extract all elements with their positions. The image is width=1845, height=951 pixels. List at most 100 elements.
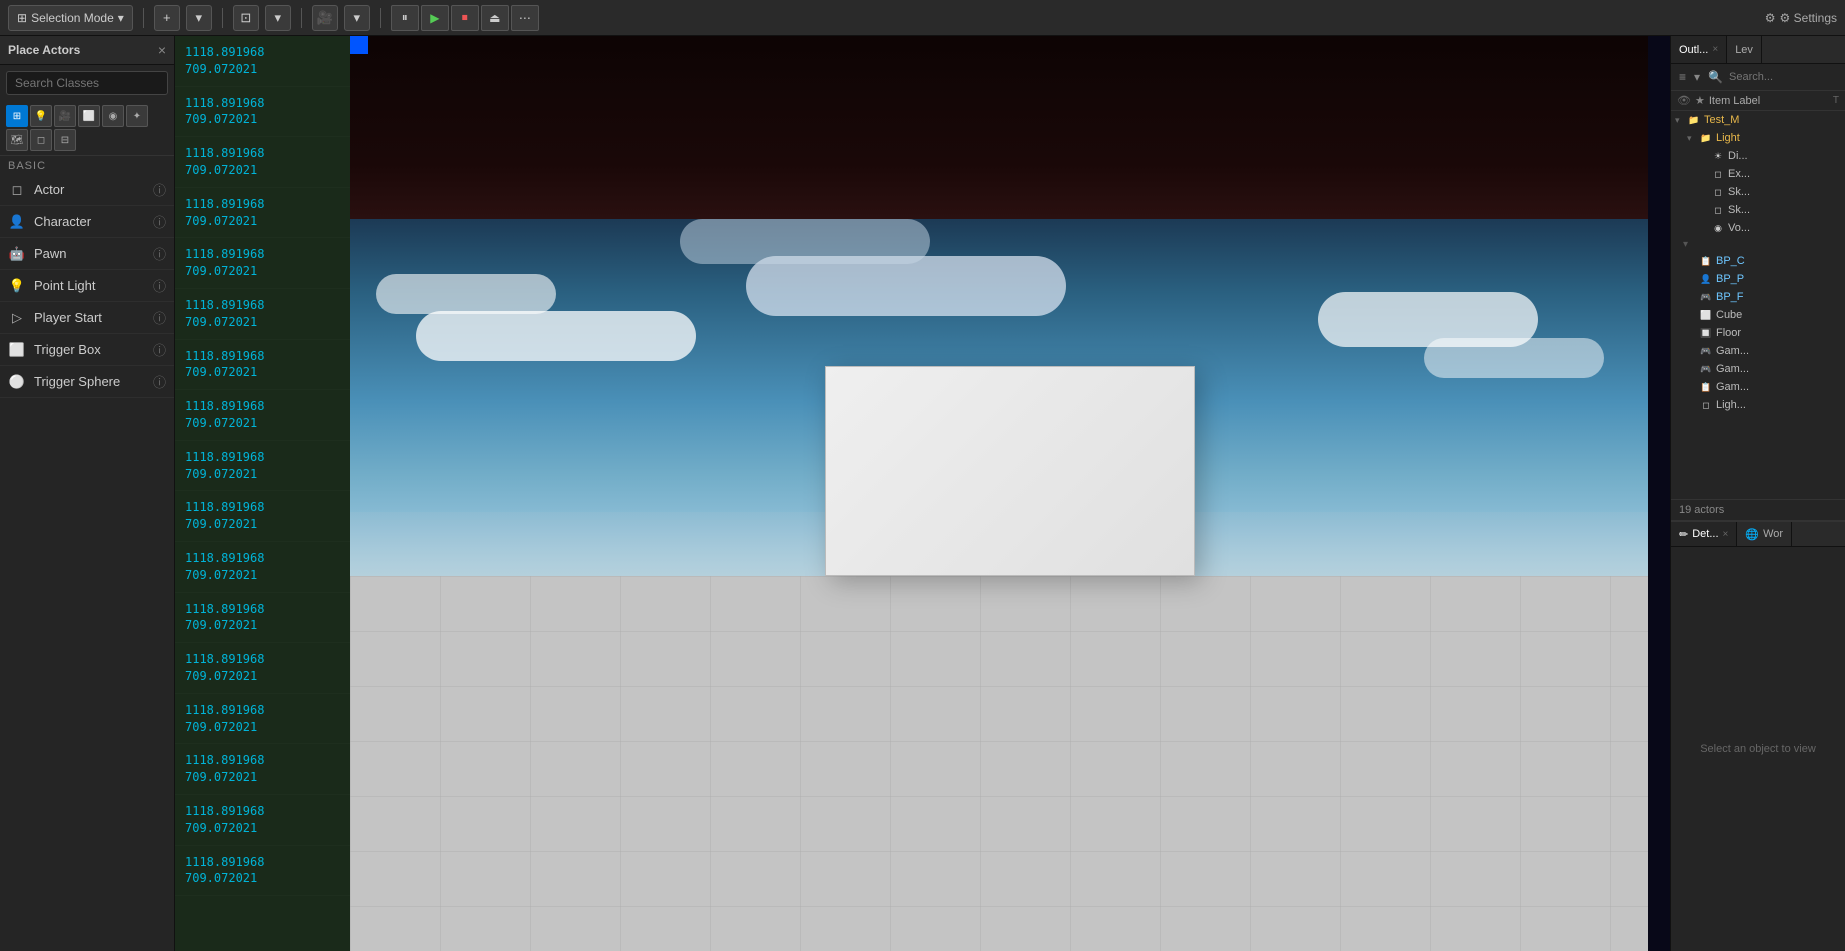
playerstart-icon: ▷ — [8, 309, 26, 327]
list-item[interactable]: ◻ Actor ⓘ — [0, 174, 174, 206]
character-info-icon[interactable]: ⓘ — [153, 212, 166, 231]
expand-icon: ▾ — [1687, 133, 1699, 144]
category-icons: ⊞ 💡 🎥 ⬜ ◉ ✦ 🗺 ◻ ⊟ — [0, 101, 174, 156]
actor-info-icon[interactable]: ⓘ — [153, 180, 166, 199]
coord-entry: 1118.891968 709.072021 — [175, 491, 350, 542]
chevron-down-icon: ▾ — [118, 11, 124, 25]
list-item[interactable]: ⬜ Trigger Box ⓘ — [0, 334, 174, 366]
tree-item-di[interactable]: ☀ Di... — [1671, 147, 1845, 165]
cloud-1 — [416, 311, 696, 361]
triggersphere-info-icon[interactable]: ⓘ — [153, 372, 166, 391]
list-item[interactable]: ▷ Player Start ⓘ — [0, 302, 174, 334]
list-item[interactable]: 👤 Character ⓘ — [0, 206, 174, 238]
list-item[interactable]: ⚪ Trigger Sphere ⓘ — [0, 366, 174, 398]
panel-header: Place Actors × — [0, 36, 174, 65]
tree-item-sk1[interactable]: ◻ Sk... — [1671, 183, 1845, 201]
tree-item-sk2[interactable]: ◻ Sk... — [1671, 201, 1845, 219]
outliner-tab-close[interactable]: × — [1712, 44, 1718, 55]
tree-item-light[interactable]: ▾ 📁 Light — [1671, 129, 1845, 147]
pencil-icon: ✏ — [1679, 528, 1688, 541]
basic-category-icon[interactable]: ⊞ — [6, 105, 28, 127]
cube-icon: ⬜ — [1699, 308, 1713, 322]
outliner-tree: ▾ 📁 Test_M ▾ 📁 Light ☀ Di... — [1671, 111, 1845, 499]
list-item[interactable]: 💡 Point Light ⓘ — [0, 270, 174, 302]
tree-item-vo[interactable]: ◉ Vo... — [1671, 219, 1845, 237]
outliner-column-headers: 👁 ★ Item Label T — [1671, 91, 1845, 111]
visual-category-icon[interactable]: ✦ — [126, 105, 148, 127]
eject-button[interactable]: ⏏ — [481, 5, 509, 31]
separator-3 — [301, 8, 302, 28]
viewport-container[interactable] — [350, 36, 1670, 951]
tab-world[interactable]: 🌐 Wor — [1737, 522, 1792, 546]
tree-item-testm[interactable]: ▾ 📁 Test_M — [1671, 111, 1845, 129]
shapes-category-icon[interactable]: ⬜ — [78, 105, 100, 127]
tree-item-gam3[interactable]: 📋 Gam... — [1671, 378, 1845, 396]
tab-details[interactable]: ✏ Det... × — [1671, 522, 1737, 546]
character-name: Character — [34, 214, 91, 229]
levels-tab-label: Lev — [1735, 44, 1753, 56]
tree-item-ex[interactable]: ◻ Ex... — [1671, 165, 1845, 183]
tree-label: Ligh... — [1716, 399, 1746, 411]
object-icon: ◻ — [1711, 185, 1725, 199]
tree-item-gam2[interactable]: 🎮 Gam... — [1671, 360, 1845, 378]
search-button[interactable]: 🔍 — [1706, 68, 1725, 86]
stop-button[interactable]: ⏹ — [451, 5, 479, 31]
triggerbox-name: Trigger Box — [34, 342, 101, 357]
outliner-search-input[interactable] — [1729, 71, 1845, 83]
pawn-info-icon[interactable]: ⓘ — [153, 244, 166, 263]
object-icon: ◻ — [1711, 167, 1725, 181]
tree-label: BP_F — [1716, 291, 1744, 303]
tab-levels[interactable]: Lev — [1727, 36, 1762, 63]
add-actor-button[interactable]: + — [154, 5, 180, 31]
camera-button[interactable]: 🎥 — [312, 5, 338, 31]
outliner-tab-label: Outl... — [1679, 44, 1708, 56]
add-dropdown-button[interactable]: ▾ — [186, 5, 212, 31]
selection-mode-button[interactable]: ⊞ Selection Mode ▾ — [8, 5, 133, 31]
selection-mode-label: Selection Mode — [31, 11, 114, 25]
tab-outliner[interactable]: Outl... × — [1671, 36, 1727, 63]
list-item[interactable]: 🤖 Pawn ⓘ — [0, 238, 174, 270]
camera-dropdown-button[interactable]: ▾ — [344, 5, 370, 31]
cloud-2 — [376, 274, 556, 314]
filter-dropdown-button[interactable]: ▾ — [1692, 68, 1702, 86]
coord-entry: 1118.891968 709.072021 — [175, 188, 350, 239]
tree-item-gam1[interactable]: 🎮 Gam... — [1671, 342, 1845, 360]
tree-expand-section[interactable]: ▾ — [1671, 237, 1845, 252]
coordinate-strip: 1118.891968 709.072021 1118.891968 709.0… — [175, 36, 350, 951]
tree-label: Sk... — [1728, 186, 1750, 198]
pause-button[interactable]: ⏸ — [391, 5, 419, 31]
cloud-4 — [1424, 338, 1604, 378]
volumes-category-icon[interactable]: ◉ — [102, 105, 124, 127]
separator-2 — [222, 8, 223, 28]
details-tab-close[interactable]: × — [1723, 529, 1729, 540]
extra-category-icon[interactable]: ◻ — [30, 129, 52, 151]
filter-button[interactable]: ≡ — [1677, 68, 1688, 86]
snap-dropdown-button[interactable]: ▾ — [265, 5, 291, 31]
settings-button[interactable]: ⚙ ⚙ Settings — [1765, 11, 1837, 25]
cloud-5 — [746, 256, 1066, 316]
tree-item-bpf[interactable]: 🎮 BP_F — [1671, 288, 1845, 306]
snap-button[interactable]: ⊡ — [233, 5, 259, 31]
search-classes-input[interactable] — [6, 71, 168, 95]
play-button[interactable]: ▶ — [421, 5, 449, 31]
right-panel: Outl... × Lev ≡ ▾ 🔍 ▾ 👁 ★ Item Label T ▾ — [1670, 36, 1845, 951]
select-hint: Select an object to view — [1700, 743, 1816, 755]
tree-item-bpc[interactable]: 📋 BP_C — [1671, 252, 1845, 270]
coord-entry: 1118.891968 709.072021 — [175, 289, 350, 340]
pointlight-info-icon[interactable]: ⓘ — [153, 276, 166, 295]
extra2-category-icon[interactable]: ⊟ — [54, 129, 76, 151]
triggerbox-info-icon[interactable]: ⓘ — [153, 340, 166, 359]
lights-category-icon[interactable]: 💡 — [30, 105, 52, 127]
tree-item-floor[interactable]: 🔲 Floor — [1671, 324, 1845, 342]
tree-item-ligh[interactable]: ◻ Ligh... — [1671, 396, 1845, 414]
playerstart-info-icon[interactable]: ⓘ — [153, 308, 166, 327]
more-play-button[interactable]: ⋯ — [511, 5, 539, 31]
nav-category-icon[interactable]: 🗺 — [6, 129, 28, 151]
tree-item-bpp[interactable]: 👤 BP_P — [1671, 270, 1845, 288]
viewport[interactable] — [350, 36, 1670, 951]
panel-close-button[interactable]: × — [158, 42, 166, 58]
tree-item-cube[interactable]: ⬜ Cube — [1671, 306, 1845, 324]
gamemode2-icon: 🎮 — [1699, 344, 1713, 358]
tree-label: Floor — [1716, 327, 1741, 339]
camera-category-icon[interactable]: 🎥 — [54, 105, 76, 127]
